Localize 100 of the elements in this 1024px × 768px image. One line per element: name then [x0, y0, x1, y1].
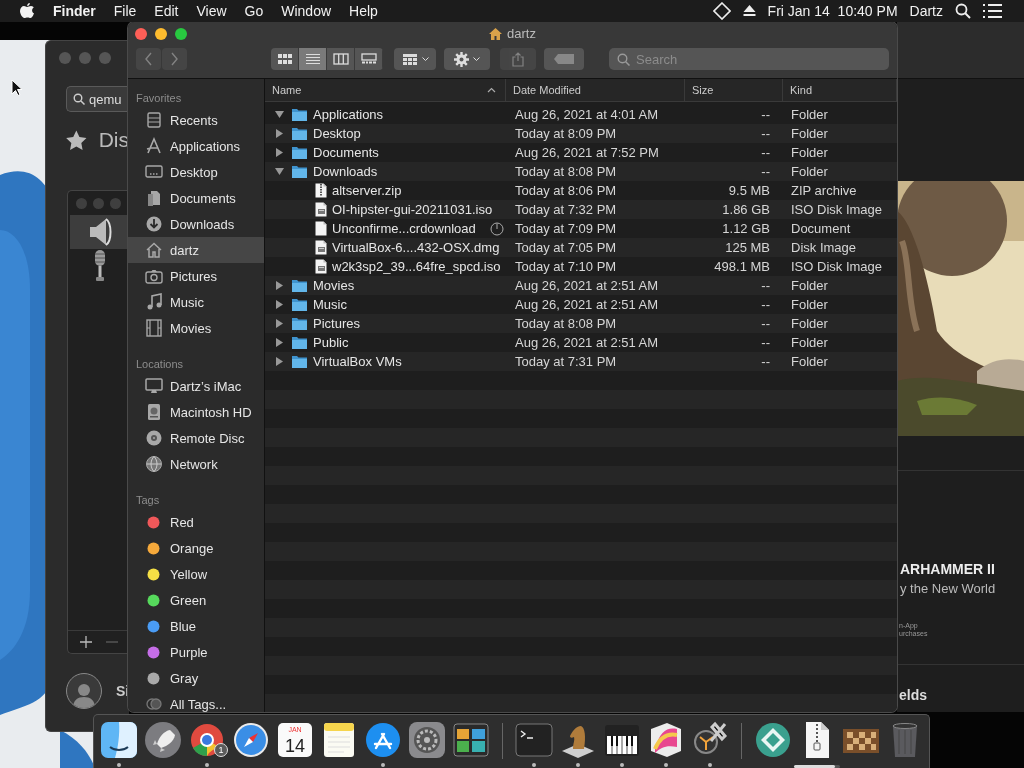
disclosure-triangle[interactable]	[275, 110, 284, 119]
sidebar-item[interactable]: Blue	[128, 613, 264, 639]
browser-icon[interactable]	[188, 721, 226, 759]
folder-icon	[291, 164, 308, 179]
file-row[interactable]: Music Aug 26, 2021 at 2:51 AM -- Folder	[265, 295, 897, 314]
clock[interactable]: Fri Jan 14 10:40 PM	[767, 3, 898, 19]
gear-icon[interactable]	[408, 721, 446, 759]
activity-icon[interactable]	[452, 721, 490, 759]
section-heading: Tags	[135, 493, 161, 508]
sidebar-item[interactable]: Macintosh HD	[128, 399, 264, 425]
apple-icon[interactable]	[20, 3, 34, 19]
sidebar-item[interactable]: Dartz’s iMac	[128, 373, 264, 399]
columns-icon	[332, 53, 349, 65]
disk-image-icon	[315, 259, 327, 274]
terminal-icon[interactable]	[515, 721, 553, 759]
file-row[interactable]: Pictures Today at 8:08 PM -- Folder	[265, 314, 897, 333]
file-row[interactable]: Unconfirme...crdownload Today at 7:09 PM 1.12 GB Document	[265, 219, 897, 238]
menu-item[interactable]: File	[104, 3, 146, 19]
date-cell-text: Today at 7:05 PM	[514, 240, 618, 255]
disclosure-triangle[interactable]	[275, 319, 284, 328]
user-name[interactable]: Dartz	[909, 3, 943, 19]
menu-item[interactable]: Edit	[145, 3, 188, 19]
sidebar-item[interactable]: Music	[128, 289, 264, 315]
sidebar-item[interactable]: Network	[128, 451, 264, 477]
list-view-button[interactable]	[299, 48, 327, 70]
eject-icon[interactable]	[742, 5, 756, 17]
compass-icon[interactable]	[232, 721, 270, 759]
file-row[interactable]: Movies Aug 26, 2021 at 2:51 AM -- Folder	[265, 276, 897, 295]
rocket-icon[interactable]	[144, 721, 182, 759]
finder-icon[interactable]	[100, 721, 138, 759]
app-menu[interactable]: Finder	[34, 3, 105, 19]
file-row[interactable]: Documents Aug 26, 2021 at 7:52 PM -- Folder	[265, 143, 897, 162]
disclosure-triangle[interactable]	[275, 357, 284, 366]
sidebar-item[interactable]: Downloads	[128, 211, 264, 237]
file-row[interactable]: w2k3sp2_39...64fre_spcd.iso Today at 7:10 PM 498.1 MB ISO Disk Image	[265, 257, 897, 276]
sidebar-item[interactable]: Orange	[128, 535, 264, 561]
size-cell-text: 1.86 GB	[721, 202, 771, 217]
sidebar-item[interactable]: Documents	[128, 185, 264, 211]
action-button[interactable]	[444, 48, 490, 70]
search-field[interactable]: qemu	[66, 86, 129, 112]
file-name: VirtualBox-6....432-OSX.dmg	[332, 240, 500, 255]
file-name: Music	[313, 297, 347, 312]
column-header[interactable]: Size	[685, 79, 783, 101]
store-icon[interactable]	[364, 721, 402, 759]
sidebar-item[interactable]: Green	[128, 587, 264, 613]
file-row[interactable]: Applications Aug 26, 2021 at 4:01 AM -- Folder	[265, 105, 897, 124]
sidebar-item[interactable]: Purple	[128, 639, 264, 665]
size-cell-text: --	[760, 354, 771, 369]
device-item[interactable]	[70, 215, 129, 249]
sidebar-item[interactable]: Recents	[128, 107, 264, 133]
disc-icon	[144, 429, 163, 447]
speaker-icon	[87, 218, 113, 246]
file-row[interactable]: OI-hipster-gui-20211031.iso Today at 7:32 PM 1.86 GB ISO Disk Image	[265, 200, 897, 219]
sidebar-item[interactable]: All Tags...	[128, 691, 264, 712]
zoom-button[interactable]	[175, 28, 187, 40]
sidebar-item[interactable]: Yellow	[128, 561, 264, 587]
file-row[interactable]: Public Aug 26, 2021 at 2:51 AM -- Folder	[265, 333, 897, 352]
file-row[interactable]: VirtualBox-6....432-OSX.dmg Today at 7:05 PM 125 MB Disk Image	[265, 238, 897, 257]
disclosure-triangle[interactable]	[275, 338, 284, 347]
file-row[interactable]: Desktop Today at 8:09 PM -- Folder	[265, 124, 897, 143]
microphone-icon	[93, 250, 107, 282]
menu-item[interactable]: Help	[340, 3, 387, 19]
size-cell-text: --	[760, 164, 771, 179]
globe-icon	[144, 455, 163, 473]
close-button[interactable]	[135, 28, 147, 40]
disclosure-triangle[interactable]	[275, 281, 284, 290]
sidebar-item[interactable]: Remote Disc	[128, 425, 264, 451]
kind-cell-text: Disk Image	[790, 240, 858, 255]
sidebar-item[interactable]: Gray	[128, 665, 264, 691]
diamond-icon[interactable]	[712, 2, 731, 20]
group-button[interactable]	[394, 48, 436, 70]
minimize-button[interactable]	[155, 28, 167, 40]
menu-item[interactable]: View	[187, 3, 236, 19]
kind-cell-text: Folder	[790, 354, 829, 369]
sidebar-item[interactable]: Pictures	[128, 263, 264, 289]
file-row[interactable]: VirtualBox VMs Today at 7:31 PM -- Folder	[265, 352, 897, 371]
sidebar-item[interactable]: Desktop	[128, 159, 264, 185]
menu-item[interactable]: Go	[235, 3, 273, 19]
file-row[interactable]: altserver.zip Today at 8:06 PM 9.5 MB ZIP archive	[265, 181, 897, 200]
sort-caret-icon	[487, 87, 496, 93]
search-icon[interactable]	[955, 3, 971, 19]
sidebar-item[interactable]: Movies	[128, 315, 264, 341]
file-row[interactable]: Downloads Today at 8:08 PM -- Folder	[265, 162, 897, 181]
menu-item[interactable]: Window	[272, 3, 341, 19]
sidebar-item[interactable]: Red	[128, 509, 264, 535]
share-icon	[512, 51, 524, 67]
column-header[interactable]: Name	[265, 79, 506, 101]
sidebar-item[interactable]: Applications	[128, 133, 264, 159]
list-icon[interactable]	[983, 4, 1002, 18]
kind-cell-text: Folder	[790, 126, 829, 141]
column-header[interactable]: Date Modified	[506, 79, 685, 101]
add-icon[interactable]	[80, 636, 92, 648]
date-cell-text: Aug 26, 2021 at 2:51 AM	[514, 297, 660, 312]
file-name: altserver.zip	[332, 183, 402, 198]
disclosure-triangle[interactable]	[275, 148, 284, 157]
disclosure-triangle[interactable]	[275, 167, 284, 176]
column-header[interactable]: Kind	[783, 79, 897, 101]
sidebar-item[interactable]: dartz	[128, 237, 264, 263]
disclosure-triangle[interactable]	[275, 300, 284, 309]
disclosure-triangle[interactable]	[275, 129, 284, 138]
